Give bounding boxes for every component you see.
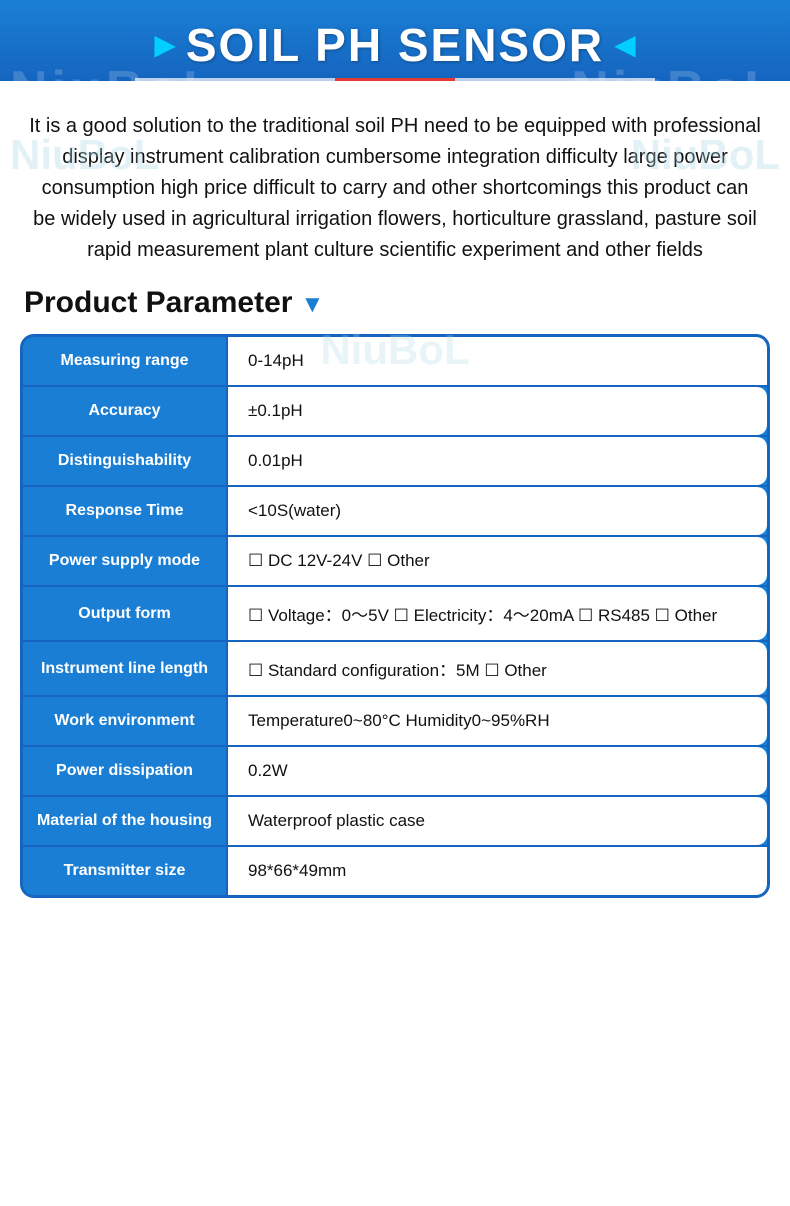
header-section: NiuBoL NiuBoL ▶ SOIL PH SENSOR ◀ <box>0 0 790 81</box>
table-cell-value: 0.01pH <box>228 437 767 485</box>
table-cell-value: Waterproof plastic case <box>228 797 767 845</box>
table-cell-value: 0.2W <box>228 747 767 795</box>
table-row: Work environmentTemperature0~80°C Humidi… <box>23 697 767 747</box>
params-table: Measuring range0-14pHAccuracy±0.1pHDisti… <box>20 334 770 898</box>
table-row: Material of the housingWaterproof plasti… <box>23 797 767 847</box>
table-cell-label: Response Time <box>23 487 228 535</box>
table-row: Transmitter size98*66*49mm <box>23 847 767 895</box>
table-cell-value: 0-14pH <box>228 337 767 385</box>
description-section: NiuBoL NiuBoL It is a good solution to t… <box>0 81 790 276</box>
table-cell-label: Measuring range <box>23 337 228 385</box>
table-cell-label: Power dissipation <box>23 747 228 795</box>
left-arrow-icon: ▶ <box>154 31 176 59</box>
table-row: Measuring range0-14pH <box>23 337 767 387</box>
table-cell-value: <10S(water) <box>228 487 767 535</box>
table-cell-value: ☐ Voltage：0～5V ☐ Electricity：4～20mA ☐ RS… <box>228 587 767 640</box>
table-row: Power dissipation0.2W <box>23 747 767 797</box>
table-row: Output form☐ Voltage：0～5V ☐ Electricity：… <box>23 587 767 642</box>
params-section: Product Parameter ▼ NiuBoL Measuring ran… <box>0 276 790 918</box>
table-row: Instrument line length☐ Standard configu… <box>23 642 767 697</box>
table-cell-value: ☐ DC 12V-24V ☐ Other <box>228 537 767 585</box>
table-cell-label: Transmitter size <box>23 847 228 895</box>
params-title-row: Product Parameter ▼ <box>20 286 770 320</box>
params-title: Product Parameter <box>24 286 292 320</box>
page-title: SOIL PH SENSOR <box>186 18 604 72</box>
table-cell-label: Distinguishability <box>23 437 228 485</box>
params-arrow-icon: ▼ <box>300 291 324 319</box>
table-cell-value: Temperature0~80°C Humidity0~95%RH <box>228 697 767 745</box>
table-cell-label: Accuracy <box>23 387 228 435</box>
table-cell-label: Output form <box>23 587 228 640</box>
table-cell-label: Material of the housing <box>23 797 228 845</box>
table-cell-label: Work environment <box>23 697 228 745</box>
right-arrow-icon: ◀ <box>614 31 636 59</box>
table-row: Response Time<10S(water) <box>23 487 767 537</box>
header-title-row: ▶ SOIL PH SENSOR ◀ <box>20 18 770 78</box>
table-cell-label: Power supply mode <box>23 537 228 585</box>
table-cell-value: 98*66*49mm <box>228 847 767 895</box>
table-row: Power supply mode☐ DC 12V-24V ☐ Other <box>23 537 767 587</box>
table-cell-value: ±0.1pH <box>228 387 767 435</box>
table-row: Distinguishability0.01pH <box>23 437 767 487</box>
table-cell-value: ☐ Standard configuration：5M ☐ Other <box>228 642 767 695</box>
description-text: It is a good solution to the traditional… <box>28 111 762 266</box>
table-row: Accuracy±0.1pH <box>23 387 767 437</box>
table-cell-label: Instrument line length <box>23 642 228 695</box>
